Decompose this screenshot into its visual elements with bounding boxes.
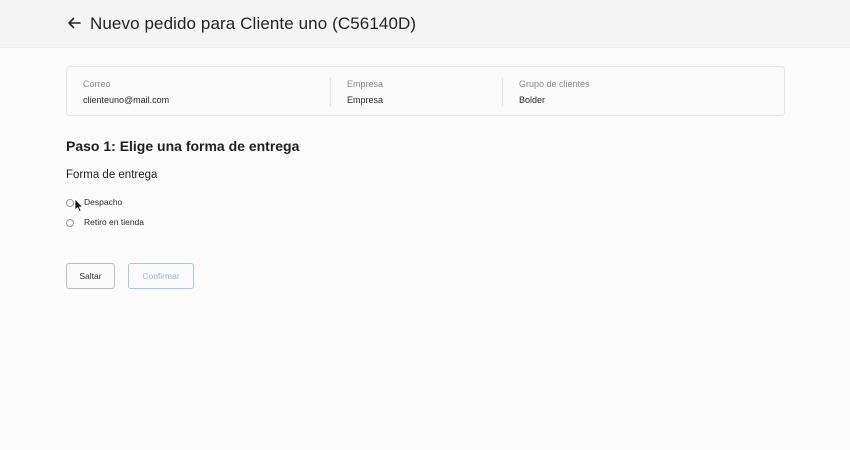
confirm-button[interactable]: Confirmar	[128, 263, 194, 289]
info-divider	[330, 78, 331, 106]
radio-button[interactable]	[66, 219, 74, 227]
customer-group-value: Bolder	[519, 95, 546, 105]
email-label: Correo	[83, 79, 111, 89]
customer-group-label: Grupo de clientes	[519, 79, 590, 89]
page-title: Nuevo pedido para Cliente uno (C56140D)	[90, 14, 417, 33]
skip-button[interactable]: Saltar	[66, 263, 115, 289]
company-label: Empresa	[347, 79, 384, 89]
customer-info-card: Correo clienteuno@mail.com Empresa Empre…	[66, 66, 785, 116]
step-title: Paso 1: Elige una forma de entrega	[66, 138, 300, 154]
company-value: Empresa	[347, 95, 384, 105]
mouse-cursor-icon	[74, 198, 84, 213]
back-arrow-icon[interactable]	[66, 15, 82, 31]
page-header: Nuevo pedido para Cliente uno (C56140D)	[0, 0, 850, 48]
delivery-option-label: Despacho	[84, 197, 123, 207]
email-value: clienteuno@mail.com	[83, 95, 170, 105]
delivery-option-label: Retiro en tienda	[84, 217, 145, 227]
radio-button[interactable]	[66, 199, 74, 207]
info-divider	[502, 78, 503, 106]
delivery-method-label: Forma de entrega	[66, 169, 158, 181]
